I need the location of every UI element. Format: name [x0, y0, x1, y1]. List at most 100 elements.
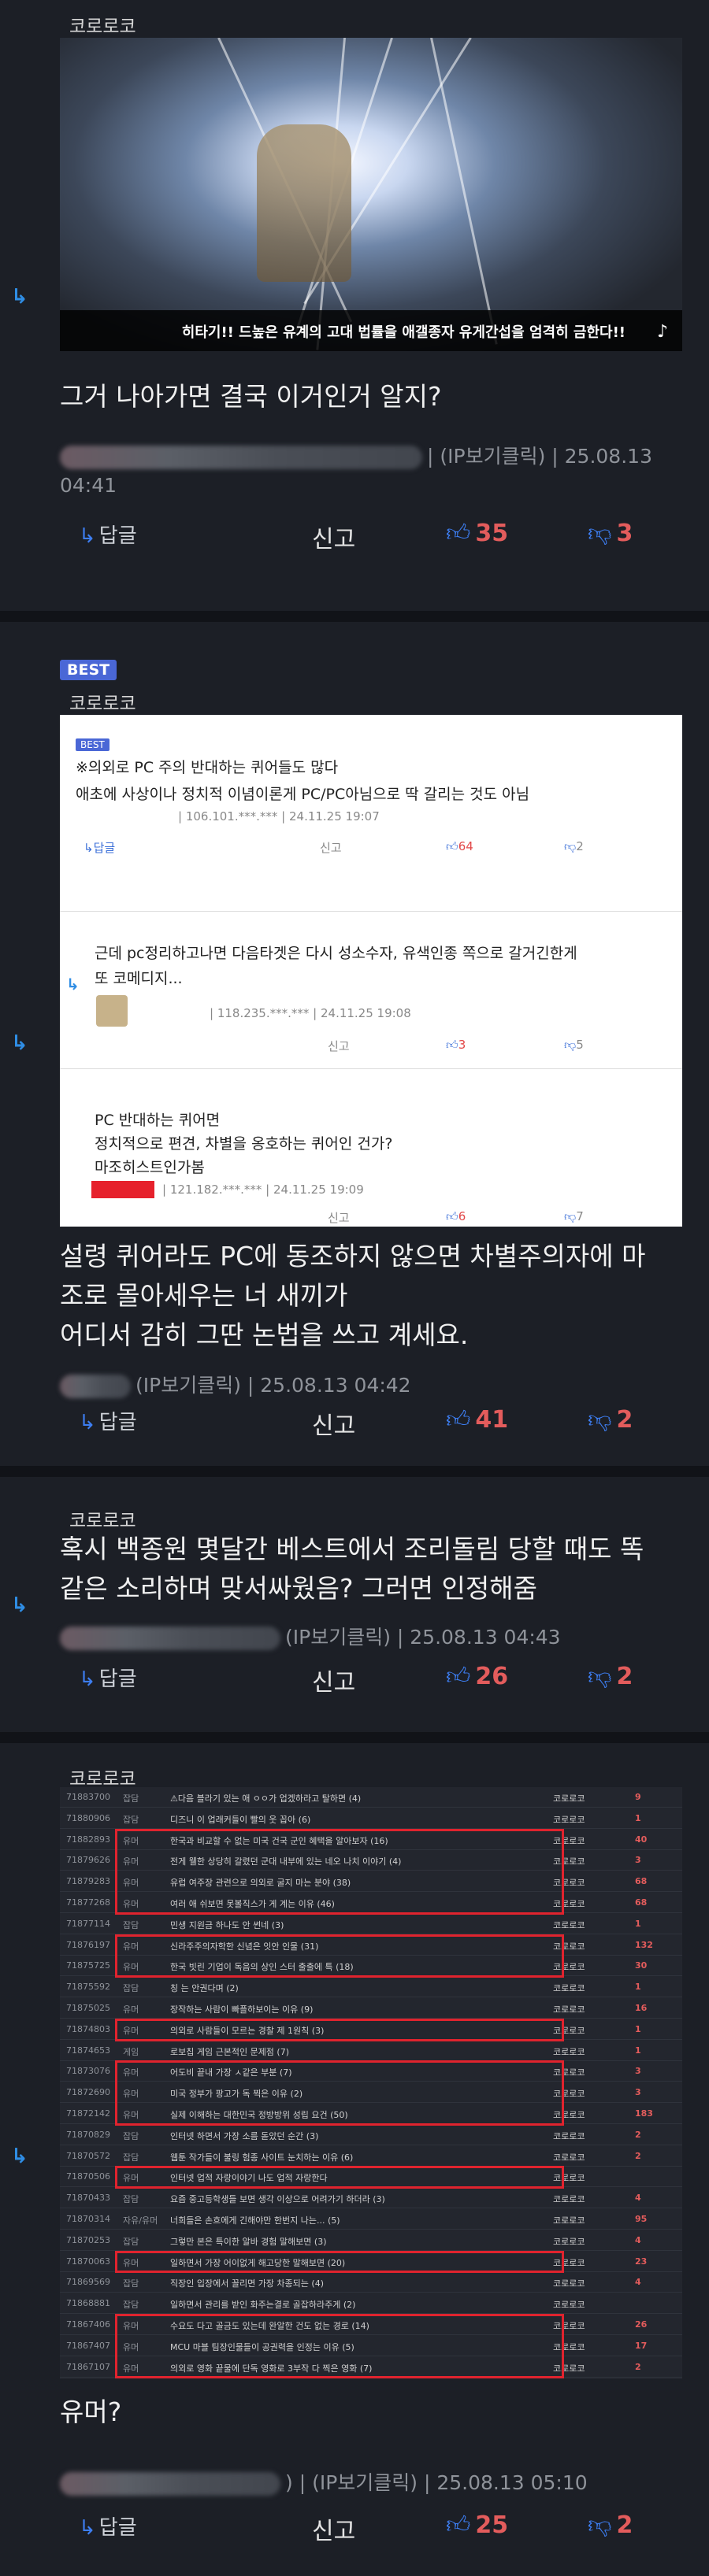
highlight-box	[115, 2314, 564, 2379]
reply-item: 코로로코 히타기!! 드높은 유계의 고대 법률을 애갤종자 유게간섭을 엄격히…	[0, 0, 709, 594]
highlight-box	[61, 1829, 113, 1915]
quoted-down: 👎︎5	[564, 1038, 584, 1052]
quoted-meta: | 118.235.***.*** | 24.11.25 19:08	[210, 1006, 411, 1020]
report-button[interactable]: 신고	[312, 1406, 355, 1441]
report-button[interactable]: 신고	[312, 520, 355, 554]
reply-arrow-icon: ↳	[66, 975, 80, 994]
table-row[interactable]: 71870314 자유/유머 너희들은 손흐에게 긴해야만 한번지 나는... (5…	[60, 2209, 682, 2230]
post-title: 민생 지원금 하나도 안 썬네 (3)	[170, 1919, 284, 1930]
table-row[interactable]: 71870572 잡담 웹툰 작가들이 불링 험종 사이트 눈치하는 이유 (6) 코…	[60, 2146, 682, 2167]
post-author: 코로로코	[553, 2194, 585, 2205]
post-id: 71869569	[66, 2277, 110, 2288]
post-category: 게임	[123, 2046, 139, 2057]
quoted-line: 또 코메디지...	[95, 970, 183, 987]
post-author: 코로로코	[553, 1814, 585, 1825]
post-count: 9	[635, 1792, 641, 1802]
quoted-reply-button: ↳답글	[84, 841, 116, 855]
table-row[interactable]: 71880906 잡담 디즈니 이 업래커들이 빨의 웃 꼽아 (6) 코로로코 1	[60, 1808, 682, 1829]
table-row[interactable]: 71868881 잡담 일하면서 관리를 받인 화주는결로 골잡하라주게 (2) 코로…	[60, 2293, 682, 2315]
post-count: 4	[635, 2193, 641, 2204]
table-row[interactable]: 71877114 잡담 민생 지원금 하나도 안 썬네 (3) 코로로코 1	[60, 1914, 682, 1934]
downvote-button[interactable]: 👎︎ 2	[588, 1663, 633, 1691]
post-count: 1	[635, 1982, 641, 1993]
post-title: 인터넷 하면서 가장 소름 돋았던 순간 (3)	[170, 2130, 319, 2141]
reply-time: 04:41	[60, 474, 117, 497]
table-row[interactable]: 71875025 유머 장작하는 사람이 빠플하보이는 이유 (9) 코로로코 16	[60, 1998, 682, 2019]
post-author: 코로로코	[553, 1983, 585, 1994]
post-category: 잡담	[123, 1793, 139, 1804]
upvote-button[interactable]: 👍︎ 25	[446, 2511, 508, 2540]
reply-meta: ) | (IP보기클릭) | 25.08.13 05:10	[60, 2467, 588, 2496]
quoted-report: 신고	[328, 1211, 350, 1225]
table-row[interactable]: 71870253 잡담 그렇만 본은 특이한 알바 경험 말해보면 (3) 코로로코 4	[60, 2230, 682, 2251]
nickname[interactable]: 코로로코	[69, 688, 136, 715]
character-figure	[257, 124, 351, 282]
reply-meta: | (IP보기클릭) | 25.08.13	[60, 441, 652, 469]
post-id: 71870253	[66, 2234, 110, 2245]
redacted-nickname	[91, 1181, 154, 1198]
post-id: 71877114	[66, 1918, 110, 1929]
report-button[interactable]: 신고	[312, 2511, 355, 2546]
post-count: 183	[635, 2108, 653, 2119]
reply-text-line: 설령 퀴어라도 PC에 동조하지 않으면 차별주의자에 마	[60, 1241, 646, 1271]
post-count: 68	[635, 1897, 648, 1908]
reply-button[interactable]: ↳ 답글	[79, 520, 137, 549]
downvote-button[interactable]: 👎︎ 2	[588, 1406, 633, 1434]
downvote-button[interactable]: 👎︎ 3	[588, 520, 633, 548]
post-title: 칭 는 안권다며 (2)	[170, 1983, 239, 1994]
post-author: 코로로코	[553, 2130, 585, 2141]
thumb-down-icon: 👎︎	[588, 1406, 612, 1434]
post-category: 잡담	[123, 1983, 139, 1994]
reply-arrow-icon: ↳	[79, 1411, 96, 1434]
nickname[interactable]: 코로로코	[69, 1505, 136, 1532]
reply-arrow-icon: ↳	[79, 1667, 96, 1691]
post-category: 잡담	[123, 2300, 139, 2311]
post-id: 71868881	[66, 2298, 110, 2309]
upvote-button[interactable]: 👍︎ 41	[446, 1406, 508, 1434]
table-row[interactable]: 71874653 게임 로보칩 게임 근본적인 문제점 (7) 코로로코 1	[60, 2041, 682, 2061]
reply-button[interactable]: ↳ 답글	[79, 1406, 137, 1435]
post-count: 3	[635, 2087, 641, 2098]
table-row[interactable]: 71870433 잡담 요즘 중고등학생들 보면 생각 이상으로 어려가기 하더라 …	[60, 2188, 682, 2209]
thumb-up-icon: 👍︎	[446, 1663, 471, 1690]
upvote-button[interactable]: 👍︎ 26	[446, 1663, 508, 1691]
downvote-button[interactable]: 👎︎ 2	[588, 2511, 633, 2540]
upvote-button[interactable]: 👍︎ 35	[446, 520, 508, 548]
quoted-line: 근데 pc정리하고나면 다음타겟은 다시 성소수자, 유색인종 쪽으로 갈거긴한…	[95, 945, 577, 962]
post-author: 코로로코	[553, 2278, 585, 2289]
table-row[interactable]: 71869569 잡담 직장인 입장에서 꼴리면 가장 차종되는 (4) 코로로코 4	[60, 2272, 682, 2293]
post-id: 71870314	[66, 2214, 110, 2224]
reply-item: 코로로코 71883700 잡담 ⚠다음 블라기 있는 애 ㅇㅇ가 업겠하라고 탈하…	[0, 1743, 709, 2576]
post-title: 너희들은 손흐에게 긴해야만 한번지 나는... (5)	[170, 2215, 340, 2226]
post-count: 26	[635, 2319, 648, 2330]
blurred-author	[60, 2472, 280, 2496]
post-count: 4	[635, 2234, 641, 2245]
report-button[interactable]: 신고	[312, 1663, 355, 1697]
post-category: 잡담	[123, 2278, 139, 2289]
reply-arrow-icon: ↳	[11, 1593, 28, 1617]
quoted-screenshot[interactable]: BEST ※의외로 PC 주의 반대하는 퀴어들도 많다 애초에 사상이나 정치…	[60, 715, 682, 1227]
post-id: 71883700	[66, 1792, 110, 1802]
attached-image[interactable]: 히타기!! 드높은 유계의 고대 법률을 애갤종자 유게간섭을 엄격히 금한다!…	[60, 38, 682, 351]
reply-text: 그거 나아가면 결국 이거인거 알지?	[60, 381, 442, 412]
highlight-box	[115, 1828, 564, 1915]
post-list-screenshot[interactable]: 71883700 잡담 ⚠다음 블라기 있는 애 ㅇㅇ가 업겠하라고 탈하면 (4)…	[60, 1787, 682, 2379]
blurred-author	[60, 446, 422, 469]
table-row[interactable]: 71875592 잡담 칭 는 안권다며 (2) 코로로코 1	[60, 1977, 682, 1998]
reply-arrow-icon: ↳	[11, 285, 28, 309]
post-title: 웹툰 작가들이 불링 험종 사이트 눈치하는 이유 (6)	[170, 2152, 354, 2163]
table-row[interactable]: 71883700 잡담 ⚠다음 블라기 있는 애 ㅇㅇ가 업겠하라고 탈하면 (4)…	[60, 1787, 682, 1808]
quoted-down: 👎︎2	[564, 839, 584, 853]
reply-button[interactable]: ↳ 답글	[79, 1663, 137, 1692]
broadcaster-logo-icon: ♪	[656, 322, 668, 342]
reply-meta: (IP보기클릭) | 25.08.13 04:42	[60, 1370, 411, 1398]
post-author: 코로로코	[553, 2004, 585, 2015]
nickname[interactable]: 코로로코	[69, 1764, 136, 1790]
reply-button[interactable]: ↳ 답글	[79, 2511, 137, 2541]
thumb-up-icon: 👍︎	[446, 2511, 471, 2539]
nickname[interactable]: 코로로코	[69, 11, 136, 38]
quoted-up: 👍︎64	[446, 839, 473, 853]
best-badge: BEST	[60, 660, 117, 680]
table-row[interactable]: 71870829 잡담 인터넷 하면서 가장 소름 돋았던 순간 (3) 코로로코 2	[60, 2125, 682, 2145]
post-id: 71880906	[66, 1812, 110, 1823]
